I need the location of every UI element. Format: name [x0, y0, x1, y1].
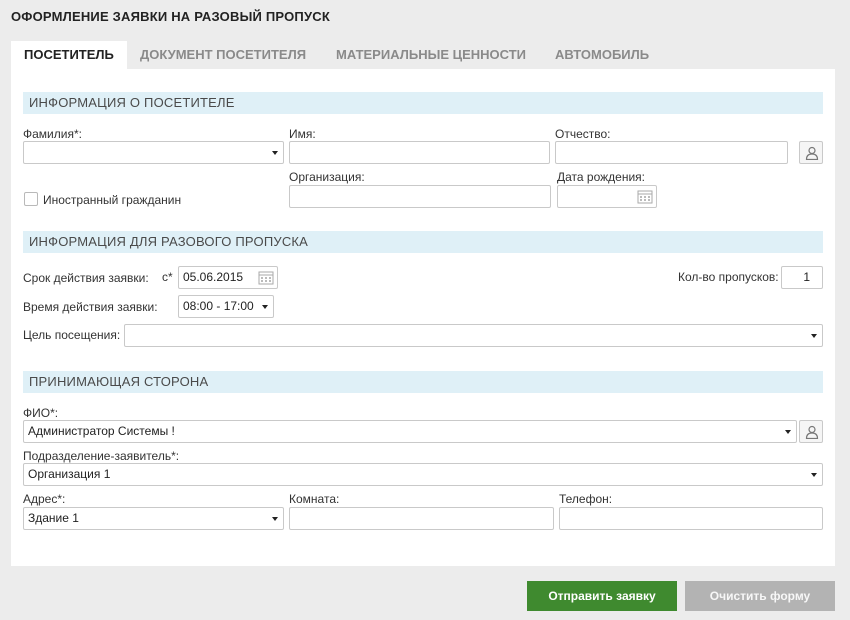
purpose-label: Цель посещения: — [23, 328, 121, 342]
fio-label: ФИО*: — [23, 406, 59, 420]
organization-label: Организация: — [289, 170, 365, 184]
room-input[interactable] — [289, 507, 554, 530]
calendar-icon[interactable] — [637, 189, 653, 204]
foreign-citizen-label[interactable]: Иностранный гражданин — [43, 193, 181, 207]
submit-request-button[interactable]: Отправить заявку — [527, 581, 677, 611]
chevron-down-icon — [272, 151, 278, 155]
from-label: с* — [162, 270, 173, 284]
user-icon — [805, 146, 819, 160]
host-user-picker-button[interactable] — [799, 420, 823, 443]
pass-count-input[interactable]: 1 — [781, 266, 823, 289]
department-select[interactable]: Организация 1 — [23, 463, 823, 486]
address-label: Адрес*: — [23, 492, 66, 506]
time-value: 08:00 - 17:00 — [183, 299, 254, 313]
user-icon — [805, 425, 819, 439]
time-label: Время действия заявки: — [23, 300, 158, 314]
tab-visitor-document[interactable]: ДОКУМЕНТ ПОСЕТИТЕЛЯ — [127, 41, 319, 69]
fio-combobox[interactable]: Администратор Системы ! — [23, 420, 797, 443]
form-panel: ИНФОРМАЦИЯ О ПОСЕТИТЕЛЕ Фамилия*: Имя: О… — [11, 69, 835, 566]
chevron-down-icon — [785, 430, 791, 434]
phone-input[interactable] — [559, 507, 823, 530]
tab-bar: ПОСЕТИТЕЛЬ ДОКУМЕНТ ПОСЕТИТЕЛЯ МАТЕРИАЛЬ… — [11, 41, 839, 69]
patronymic-label: Отчество: — [555, 127, 611, 141]
patronymic-input[interactable] — [555, 141, 788, 164]
calendar-icon[interactable] — [258, 270, 274, 285]
address-value: Здание 1 — [28, 511, 79, 525]
tab-valuables[interactable]: МАТЕРИАЛЬНЫЕ ЦЕННОСТИ — [323, 41, 539, 69]
lastname-combobox[interactable] — [23, 141, 284, 164]
lastname-label: Фамилия*: — [23, 127, 82, 141]
section-host: ПРИНИМАЮЩАЯ СТОРОНА — [23, 371, 823, 393]
fio-value: Администратор Системы ! — [28, 424, 175, 438]
visitor-user-picker-button[interactable] — [799, 141, 823, 164]
birthdate-field[interactable] — [557, 185, 657, 208]
firstname-label: Имя: — [289, 127, 316, 141]
time-select[interactable]: 08:00 - 17:00 — [178, 295, 274, 318]
pass-count-label: Кол-во пропусков: — [678, 270, 779, 284]
chevron-down-icon — [811, 334, 817, 338]
address-select[interactable]: Здание 1 — [23, 507, 284, 530]
department-label: Подразделение-заявитель*: — [23, 449, 180, 463]
clear-form-button[interactable]: Очистить форму — [685, 581, 835, 611]
purpose-select[interactable] — [124, 324, 823, 347]
organization-input[interactable] — [289, 185, 551, 208]
tab-visitor[interactable]: ПОСЕТИТЕЛЬ — [11, 41, 127, 69]
chevron-down-icon — [262, 305, 268, 309]
tab-vehicle[interactable]: АВТОМОБИЛЬ — [542, 41, 662, 69]
section-visitor-info: ИНФОРМАЦИЯ О ПОСЕТИТЕЛЕ — [23, 92, 823, 114]
validity-label: Срок действия заявки: — [23, 271, 149, 285]
page-title: ОФОРМЛЕНИЕ ЗАЯВКИ НА РАЗОВЫЙ ПРОПУСК — [11, 9, 330, 24]
from-date-value: 05.06.2015 — [183, 270, 244, 284]
from-date-field[interactable]: 05.06.2015 — [178, 266, 278, 289]
room-label: Комната: — [289, 492, 340, 506]
birthdate-label: Дата рождения: — [557, 170, 645, 184]
chevron-down-icon — [272, 517, 278, 521]
foreign-citizen-checkbox[interactable] — [24, 192, 38, 206]
section-pass-info: ИНФОРМАЦИЯ ДЛЯ РАЗОВОГО ПРОПУСКА — [23, 231, 823, 253]
firstname-input[interactable] — [289, 141, 550, 164]
phone-label: Телефон: — [559, 492, 613, 506]
department-value: Организация 1 — [28, 467, 111, 481]
chevron-down-icon — [811, 473, 817, 477]
